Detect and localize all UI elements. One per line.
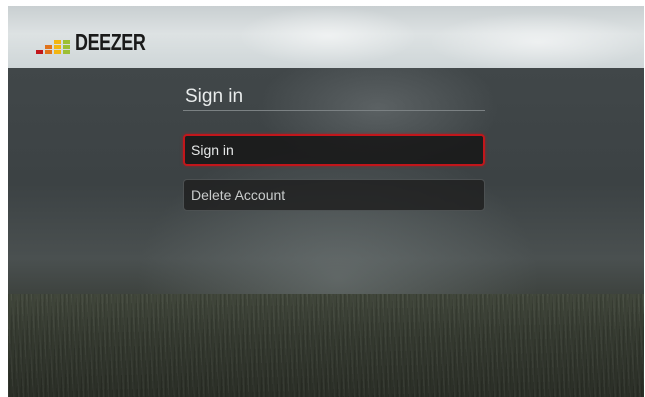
tv-screen: DEEZER Sign in Sign in Delete Account xyxy=(8,6,644,397)
background-grass xyxy=(8,294,644,397)
equalizer-icon xyxy=(36,34,72,54)
sign-in-button-label: Sign in xyxy=(191,142,234,158)
title-divider xyxy=(183,110,485,111)
deezer-logo: DEEZER xyxy=(36,26,165,54)
delete-account-button-label: Delete Account xyxy=(191,187,286,203)
brand-name: DEEZER xyxy=(75,29,146,55)
header-bar: DEEZER xyxy=(8,6,644,68)
page-title: Sign in xyxy=(185,86,244,107)
delete-account-button[interactable]: Delete Account xyxy=(183,179,485,211)
sign-in-panel: Sign in Sign in Delete Account xyxy=(183,86,485,211)
sign-in-button[interactable]: Sign in xyxy=(183,134,485,166)
